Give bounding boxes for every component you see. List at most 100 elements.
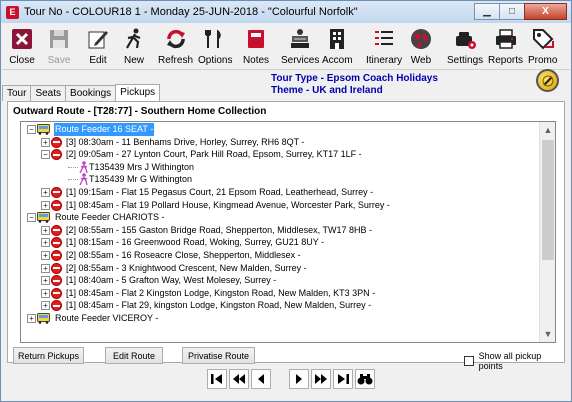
passenger-row[interactable]: T135439 Mr G Withington <box>21 173 540 186</box>
tab-seats[interactable]: Seats <box>30 85 67 101</box>
tab-strip: Tour Seats Bookings Pickups <box>2 84 161 101</box>
pickup-stop-row[interactable]: + [2] 08:55am - 3 Knightwood Crescent, Ne… <box>21 262 540 275</box>
save-toolbar-button[interactable]: Save <box>45 25 73 66</box>
tab-bookings[interactable]: Bookings <box>65 85 117 101</box>
pickup-stop-label: [1] 08:45am - Flat 19 Pollard House, Kin… <box>66 199 390 210</box>
next-page-button[interactable] <box>311 369 331 389</box>
tag-icon <box>529 25 557 53</box>
route-feeder-label: Route Feeder CHARIOTS - <box>55 212 165 223</box>
reports-toolbar-button[interactable]: Reports <box>488 25 523 66</box>
new-toolbar-label: New <box>123 55 144 66</box>
printer-icon <box>492 25 520 53</box>
expand-icon[interactable]: + <box>41 200 50 210</box>
notes-toolbar-button[interactable]: Notes <box>242 25 270 66</box>
maximize-button[interactable]: □ <box>499 3 525 20</box>
pickup-stop-icon <box>51 237 62 249</box>
expand-icon[interactable]: + <box>41 250 50 260</box>
accom-toolbar-button[interactable]: Accom <box>322 25 353 66</box>
refresh-toolbar-button[interactable]: Refresh <box>158 25 193 66</box>
scroll-thumb[interactable] <box>542 140 554 260</box>
expand-icon[interactable]: + <box>41 238 50 248</box>
pickup-stop-label: [1] 08:45am - Flat 2 Kingston Lodge, Kin… <box>66 287 376 298</box>
pickup-tree[interactable]: − Route Feeder 16 SEAT - + [3] 08:30am - 11… <box>20 121 556 343</box>
route-feeder-row[interactable]: − Route Feeder 16 SEAT - <box>21 123 540 136</box>
pickup-stop-icon <box>51 199 62 211</box>
pickup-stop-row[interactable]: + [2] 08:55am - 155 Gaston Bridge Road, S… <box>21 224 540 237</box>
itinerary-toolbar-button[interactable]: Itinerary <box>366 25 402 66</box>
edit-icon <box>84 25 112 53</box>
close-toolbar-button[interactable]: Close <box>8 25 36 66</box>
settings-toolbar-button[interactable]: Settings <box>447 25 483 66</box>
tab-tour[interactable]: Tour <box>2 85 32 101</box>
binoculars-icon[interactable] <box>355 369 375 389</box>
pickup-stop-row[interactable]: + [1] 08:45am - Flat 2 Kingston Lodge, Ki… <box>21 287 540 300</box>
tree-scrollbar[interactable]: ▲ ▼ <box>539 122 555 342</box>
accom-toolbar-label: Accom <box>322 55 353 66</box>
coach-icon <box>37 212 50 223</box>
next-record-button[interactable] <box>289 369 309 389</box>
refresh-icon <box>162 25 190 53</box>
pickup-stop-row[interactable]: + [1] 08:15am - 16 Greenwood Road, Woking… <box>21 236 540 249</box>
pickup-stop-row[interactable]: + [3] 08:30am - 11 Benhams Drive, Horley,… <box>21 136 540 149</box>
previous-page-button[interactable] <box>229 369 249 389</box>
tab-pickups[interactable]: Pickups <box>115 84 161 101</box>
save-icon <box>45 25 73 53</box>
close-window-button[interactable]: X <box>524 3 567 20</box>
pickup-stop-label: [1] 08:45am - Flat 29, kingston Lodge, K… <box>66 300 372 311</box>
pickup-stop-icon <box>51 275 62 287</box>
show-all-checkbox[interactable] <box>464 356 474 366</box>
edit-toolbar-button[interactable]: Edit <box>84 25 112 66</box>
services-icon <box>286 25 314 53</box>
expand-icon[interactable]: + <box>41 225 50 235</box>
pickup-stop-row[interactable]: + [1] 08:40am - 5 Grafton Way, West Moles… <box>21 274 540 287</box>
return-pickups-button[interactable]: Return Pickups <box>13 347 84 364</box>
expand-icon[interactable]: + <box>41 263 50 273</box>
pickup-stop-icon <box>51 249 62 261</box>
edit-route-button[interactable]: Edit Route <box>105 347 163 364</box>
previous-record-button[interactable] <box>251 369 271 389</box>
privatise-route-button[interactable]: Privatise Route <box>182 347 255 364</box>
main-window: E Tour No - COLOUR18 1 - Monday 25-JUN-2… <box>0 0 572 402</box>
pickup-stop-row[interactable]: + [1] 08:45am - Flat 19 Pollard House, Ki… <box>21 199 540 212</box>
options-toolbar-button[interactable]: Options <box>198 25 232 66</box>
scroll-up-icon[interactable]: ▲ <box>540 122 555 138</box>
new-walker-icon <box>120 25 148 53</box>
tree-connector <box>68 166 78 168</box>
title-bar[interactable]: E Tour No - COLOUR18 1 - Monday 25-JUN-2… <box>1 1 571 23</box>
promo-toolbar-button[interactable]: Promo <box>528 25 557 66</box>
pickup-stop-row[interactable]: − [2] 09:05am - 27 Lynton Court, Park Hil… <box>21 148 540 161</box>
collapse-icon[interactable]: − <box>27 125 36 134</box>
expand-icon[interactable]: + <box>41 288 50 298</box>
last-record-button[interactable] <box>333 369 353 389</box>
route-feeder-row[interactable]: − Route Feeder CHARIOTS - <box>21 211 540 224</box>
route-feeder-row[interactable]: + Route Feeder VICEROY - <box>21 312 540 325</box>
expand-icon[interactable]: + <box>41 276 50 286</box>
scroll-down-icon[interactable]: ▼ <box>540 326 555 342</box>
expand-icon[interactable]: + <box>41 301 50 311</box>
first-record-button[interactable] <box>207 369 227 389</box>
toolbar: Close Save Edit New Refresh Options Notes Servi… <box>2 23 570 70</box>
web-toolbar-button[interactable]: Web <box>407 25 435 66</box>
collapse-icon[interactable]: − <box>41 150 50 160</box>
pickup-stop-row[interactable]: + [1] 09:15am - Flat 15 Pegasus Court, 21… <box>21 186 540 199</box>
passenger-row[interactable]: T135439 Mrs J Withington <box>21 160 540 174</box>
pickup-stop-icon <box>51 149 62 161</box>
pickup-stop-row[interactable]: + [2] 08:55am - 16 Roseacre Close, Sheppe… <box>21 249 540 262</box>
pickup-stop-icon <box>51 224 62 236</box>
expand-icon[interactable]: + <box>27 313 36 323</box>
services-toolbar-button[interactable]: Services <box>281 25 319 66</box>
new-toolbar-button[interactable]: New <box>120 25 148 66</box>
pickup-stop-icon <box>51 300 62 312</box>
status-badge-icon[interactable] <box>536 69 559 92</box>
expand-icon[interactable]: + <box>41 187 50 197</box>
settings-icon <box>451 25 479 53</box>
collapse-icon[interactable]: − <box>27 213 36 223</box>
building-icon <box>323 25 351 53</box>
expand-icon[interactable]: + <box>41 137 50 147</box>
minimize-button[interactable]: ▁ <box>474 3 500 20</box>
coach-icon <box>37 124 50 135</box>
promo-toolbar-label: Promo <box>528 55 558 66</box>
options-toolbar-label: Options <box>198 55 233 66</box>
show-all-pickup-points[interactable]: Show all pickup points <box>464 351 564 371</box>
pickup-stop-row[interactable]: + [1] 08:45am - Flat 29, kingston Lodge, … <box>21 299 540 312</box>
